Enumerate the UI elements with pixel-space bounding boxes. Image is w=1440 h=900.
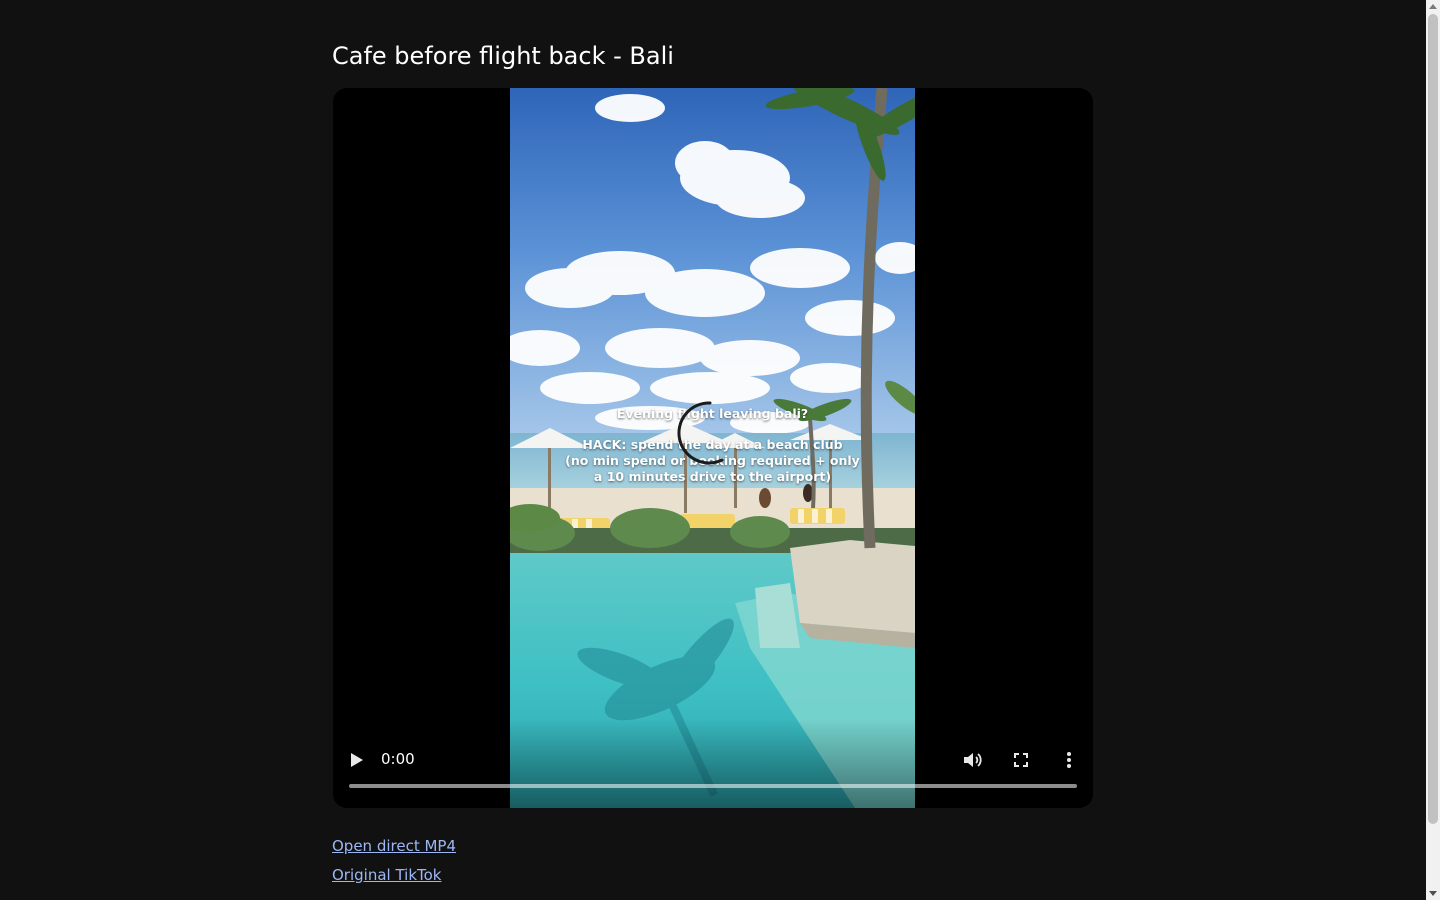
progress-bar[interactable]	[349, 784, 1077, 788]
more-options-icon[interactable]	[1057, 748, 1081, 772]
volume-icon[interactable]	[961, 748, 985, 772]
video-player[interactable]: Evening flight leaving bali? HACK: spend…	[333, 88, 1093, 808]
scrollbar-thumb[interactable]	[1428, 14, 1438, 824]
scroll-up-icon[interactable]	[1429, 4, 1437, 9]
current-time: 0:00	[381, 750, 415, 768]
vertical-scrollbar[interactable]	[1426, 0, 1440, 900]
open-direct-mp4-link[interactable]: Open direct MP4	[332, 836, 456, 856]
play-icon[interactable]	[347, 748, 367, 772]
page-title: Cafe before flight back - Bali	[332, 42, 674, 70]
caption-line: a 10 minutes drive to the airport)	[593, 469, 832, 484]
scroll-down-icon[interactable]	[1429, 891, 1437, 896]
page: Cafe before flight back - Bali Evening f…	[0, 0, 1426, 900]
loading-spinner-icon	[677, 401, 724, 465]
fullscreen-icon[interactable]	[1009, 748, 1033, 772]
original-tiktok-link[interactable]: Original TikTok	[332, 865, 442, 885]
